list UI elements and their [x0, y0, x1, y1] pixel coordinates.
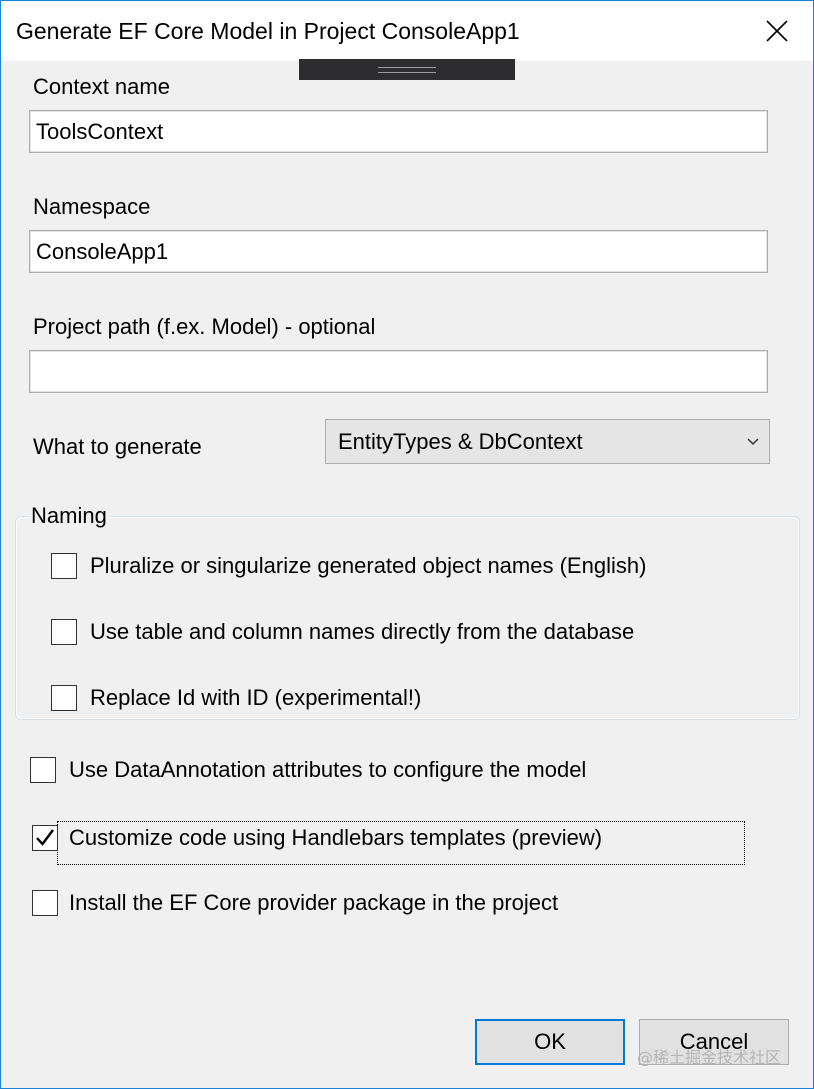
checkbox-box[interactable] — [51, 553, 77, 579]
ok-button[interactable]: OK — [475, 1019, 625, 1065]
project-path-input[interactable] — [29, 350, 768, 393]
context-name-input[interactable]: ToolsContext — [29, 110, 768, 153]
handlebars-checkbox[interactable]: Customize code using Handlebars template… — [32, 824, 602, 852]
checkmark-icon — [36, 829, 54, 846]
pluralize-checkbox[interactable]: Pluralize or singularize generated objec… — [51, 552, 646, 580]
install-provider-label: Install the EF Core provider package in … — [69, 890, 559, 915]
close-icon — [766, 20, 788, 42]
namespace-label: Namespace — [33, 194, 151, 219]
project-path-label: Project path (f.ex. Model) - optional — [33, 314, 376, 339]
checkbox-box[interactable] — [32, 825, 58, 851]
handlebars-label: Customize code using Handlebars template… — [69, 825, 603, 850]
replace-id-label: Replace Id with ID (experimental!) — [90, 685, 422, 710]
replace-id-checkbox[interactable]: Replace Id with ID (experimental!) — [51, 684, 421, 712]
checkbox-box[interactable] — [51, 685, 77, 711]
data-annotations-checkbox[interactable]: Use DataAnnotation attributes to configu… — [30, 756, 586, 784]
data-annotations-label: Use DataAnnotation attributes to configu… — [69, 757, 587, 782]
use-db-names-checkbox[interactable]: Use table and column names directly from… — [51, 618, 634, 646]
pluralize-label: Pluralize or singularize generated objec… — [90, 553, 647, 578]
what-to-generate-select[interactable]: EntityTypes & DbContext — [325, 419, 770, 464]
close-button[interactable] — [741, 1, 813, 61]
window-title: Generate EF Core Model in Project Consol… — [16, 18, 520, 44]
namespace-input[interactable]: ConsoleApp1 — [29, 230, 768, 273]
chevron-down-icon — [747, 420, 759, 463]
dialog-window: Generate EF Core Model in Project Consol… — [0, 0, 814, 1089]
install-provider-checkbox[interactable]: Install the EF Core provider package in … — [32, 889, 558, 917]
watermark: @稀土掘金技术社区 — [637, 1048, 782, 1067]
what-to-generate-label: What to generate — [33, 434, 202, 459]
checkbox-box[interactable] — [30, 757, 56, 783]
naming-legend: Naming — [27, 503, 111, 529]
grip-icon — [378, 67, 436, 73]
use-db-names-label: Use table and column names directly from… — [90, 619, 635, 644]
context-name-label: Context name — [33, 74, 170, 99]
what-to-generate-value: EntityTypes & DbContext — [338, 429, 583, 454]
checkbox-box[interactable] — [32, 890, 58, 916]
checkbox-box[interactable] — [51, 619, 77, 645]
resize-handle[interactable] — [299, 59, 515, 80]
title-bar: Generate EF Core Model in Project Consol… — [1, 1, 813, 61]
